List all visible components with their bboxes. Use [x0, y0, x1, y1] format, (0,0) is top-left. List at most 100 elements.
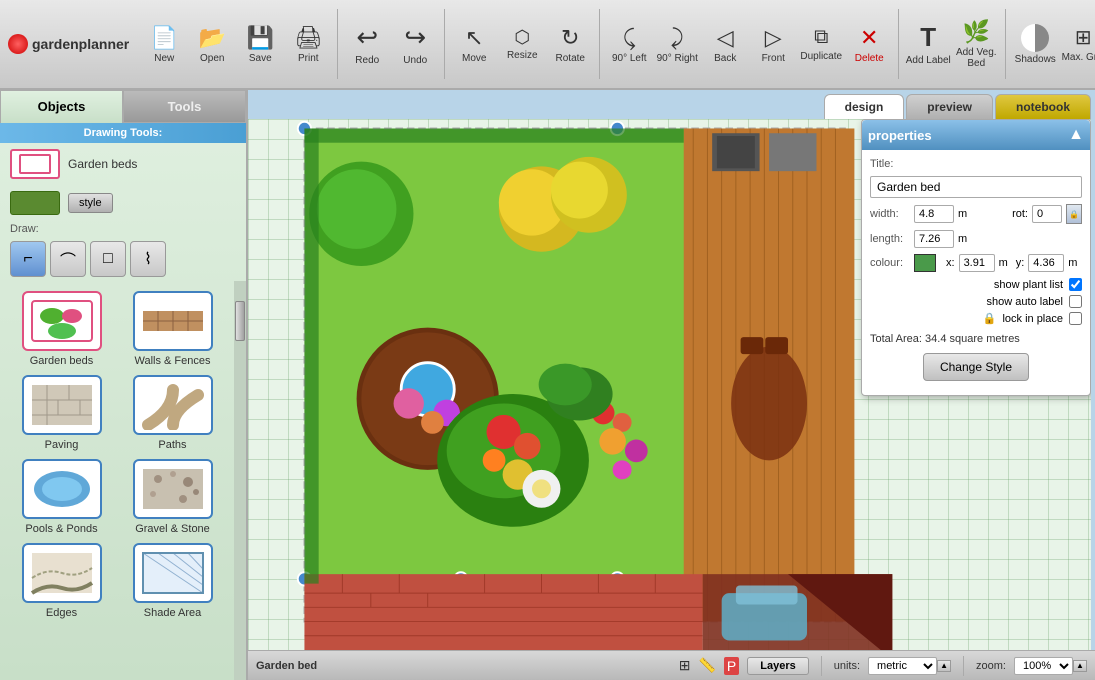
90left-button[interactable]: ⤹ 90° Left	[606, 9, 652, 79]
90right-button[interactable]: ⤸ 90° Right	[654, 9, 700, 79]
properties-body: Title: width: m rot: 🔒	[862, 150, 1090, 395]
gravel-stone-label: Gravel & Stone	[135, 523, 210, 535]
y-unit: m	[1068, 257, 1077, 269]
move-button[interactable]: ↖ Move	[451, 9, 497, 79]
list-item[interactable]: Edges	[10, 543, 113, 619]
zoom-up-btn[interactable]: ▲	[1073, 660, 1087, 672]
orient-tools: ⤹ 90° Left ⤸ 90° Right ◁ Back ▷ Front ⧉ …	[606, 9, 899, 79]
back-icon: ◁	[717, 25, 734, 51]
app-title: gardenplanner	[32, 36, 129, 52]
list-item[interactable]: Walls & Fences	[121, 291, 224, 367]
collapse-button[interactable]: ▲	[1068, 126, 1084, 144]
tab-notebook[interactable]: notebook	[995, 94, 1091, 119]
tab-preview[interactable]: preview	[906, 94, 993, 119]
length-unit: m	[958, 233, 967, 245]
list-item[interactable]: Garden beds	[10, 291, 113, 367]
garden-bed-preview	[10, 149, 60, 179]
colour-row: colour: x: m y: m	[870, 254, 1082, 272]
save-label: Save	[249, 53, 272, 64]
tab-design[interactable]: design	[824, 94, 905, 119]
scrollbar-thumb[interactable]	[235, 301, 245, 341]
tab-tools[interactable]: Tools	[123, 90, 246, 123]
width-unit: m	[958, 208, 967, 220]
change-style-button[interactable]: Change Style	[923, 353, 1029, 381]
delete-icon: ✕	[860, 25, 878, 51]
zoom-select[interactable]: 100% 75% 150%	[1014, 657, 1073, 675]
pools-ponds-label: Pools & Ponds	[25, 523, 97, 535]
add-veg-bed-button[interactable]: 🌿 Add Veg. Bed	[953, 9, 999, 79]
title-label: Title:	[870, 158, 910, 170]
colour-swatch[interactable]	[914, 254, 936, 272]
garden-beds-label: Garden beds	[30, 355, 94, 367]
back-button[interactable]: ◁ Back	[702, 9, 748, 79]
rot-label: rot:	[1012, 208, 1028, 220]
lock-in-place-label: lock in place	[1002, 313, 1063, 325]
style-button[interactable]: style	[68, 193, 113, 213]
front-button[interactable]: ▷ Front	[750, 9, 796, 79]
x-unit: m	[999, 257, 1008, 269]
shape-rect-btn[interactable]: □	[90, 241, 126, 277]
x-input[interactable]	[959, 254, 995, 272]
resize-button[interactable]: ⬡ Resize	[499, 9, 545, 79]
90right-icon: ⤸	[671, 25, 684, 51]
shape-corner-btn[interactable]: ⌐	[10, 241, 46, 277]
shape-freeform-btn[interactable]: ⌇	[130, 241, 166, 277]
garden-beds-icon	[22, 291, 102, 351]
duplicate-label: Duplicate	[800, 51, 842, 62]
show-plant-list-checkbox[interactable]	[1069, 278, 1082, 291]
title-input[interactable]	[870, 176, 1082, 198]
layers-button[interactable]: Layers	[747, 657, 808, 675]
shade-area-label: Shade Area	[144, 607, 202, 619]
draw-label: Draw:	[0, 221, 246, 237]
drawing-tools-header: Drawing Tools:	[0, 123, 246, 143]
style-row: style	[0, 185, 246, 221]
length-input[interactable]	[914, 230, 954, 248]
rotate-button[interactable]: ↻ Rotate	[547, 9, 593, 79]
x-label: x:	[946, 257, 955, 269]
list-item[interactable]: Paving	[10, 375, 113, 451]
canvas-tabs: design preview notebook	[248, 90, 1095, 119]
lock-in-place-checkbox[interactable]	[1069, 312, 1082, 325]
list-item[interactable]: Gravel & Stone	[121, 459, 224, 535]
tab-objects[interactable]: Objects	[0, 90, 123, 123]
rotate-icon: ↻	[561, 25, 579, 51]
undo-button[interactable]: ↪ Undo	[392, 9, 438, 79]
lock-in-place-row: 🔒 lock in place	[870, 312, 1082, 325]
grid-icon: ⊞	[679, 657, 691, 674]
save-button[interactable]: 💾 Save	[237, 9, 283, 79]
rot-lock-btn[interactable]: 🔒	[1066, 204, 1082, 224]
units-up-btn[interactable]: ▲	[937, 660, 951, 672]
back-label: Back	[714, 53, 736, 64]
redo-label: Redo	[355, 55, 379, 66]
topbar: gardenplanner 📄 New 📂 Open 💾 Save 🖨 Prin…	[0, 0, 1095, 90]
duplicate-button[interactable]: ⧉ Duplicate	[798, 9, 844, 79]
y-input[interactable]	[1028, 254, 1064, 272]
show-auto-label-checkbox[interactable]	[1069, 295, 1082, 308]
paving-icon	[22, 375, 102, 435]
open-button[interactable]: 📂 Open	[189, 9, 235, 79]
list-item[interactable]: Paths	[121, 375, 224, 451]
units-select[interactable]: metric imperial	[868, 657, 937, 675]
print-label: Print	[298, 53, 319, 64]
canvas-main[interactable]: properties ▲ Title: width: m	[248, 119, 1091, 650]
front-label: Front	[762, 53, 785, 64]
new-button[interactable]: 📄 New	[141, 9, 187, 79]
shape-curve-btn[interactable]: ⌒	[50, 241, 86, 277]
properties-panel: properties ▲ Title: width: m	[861, 119, 1091, 396]
list-item[interactable]: Shade Area	[121, 543, 224, 619]
shadows-button[interactable]: Shadows	[1012, 9, 1058, 79]
rot-input[interactable]	[1032, 205, 1062, 223]
width-input[interactable]	[914, 205, 954, 223]
total-area: Total Area: 34.4 square metres	[870, 333, 1082, 345]
max-grid-button[interactable]: ⊞ Max. Grid	[1060, 9, 1095, 79]
vertical-scrollbar[interactable]	[234, 281, 246, 680]
canvas-area: design preview notebook	[248, 90, 1095, 680]
redo-button[interactable]: ↩ Redo	[344, 9, 390, 79]
view-tools: Shadows ⊞ Max. Grid	[1012, 9, 1095, 79]
show-auto-label-row: show auto label	[870, 295, 1082, 308]
add-label-button[interactable]: T Add Label	[905, 9, 951, 79]
lock-icon: 🔒	[983, 312, 997, 325]
delete-button[interactable]: ✕ Delete	[846, 9, 892, 79]
list-item[interactable]: Pools & Ponds	[10, 459, 113, 535]
print-button[interactable]: 🖨 Print	[285, 9, 331, 79]
